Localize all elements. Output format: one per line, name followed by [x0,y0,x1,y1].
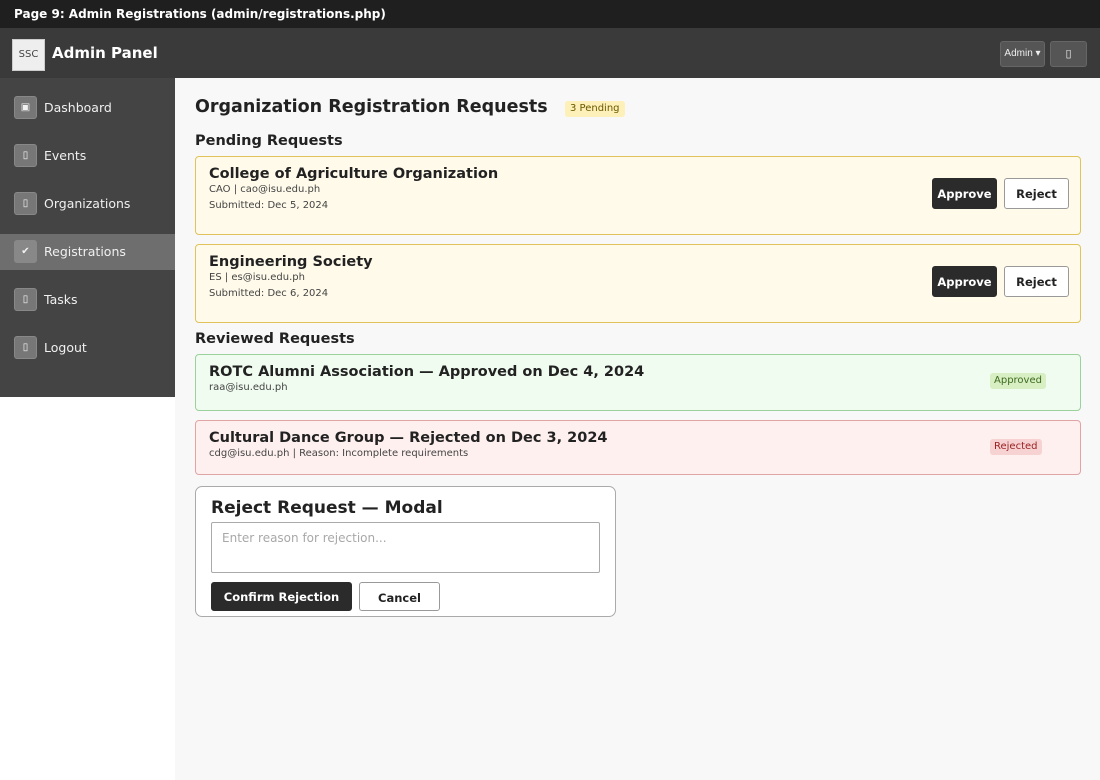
top-bar: SSC Admin Panel Admin ▾ ▯ [0,28,1100,78]
confirm-rejection-button[interactable]: Confirm Rejection [211,582,352,611]
events-icon: ▯ [14,144,37,167]
org-name: Engineering Society [209,254,373,270]
app-title: Admin Panel [52,44,158,62]
sidebar-item-label: Organizations [44,196,131,211]
page-caption: Page 9: Admin Registrations (admin/regis… [0,0,1100,28]
topbar-action-button[interactable]: ▯ [1050,41,1087,67]
sidebar-item-organizations[interactable]: ▯ Organizations [0,186,175,222]
pending-count-badge: 3 Pending [565,101,625,117]
page-title: Organization Registration Requests [195,97,548,117]
org-contact: CAO | cao@isu.edu.ph [209,184,321,195]
submitted-date: Submitted: Dec 5, 2024 [209,200,329,211]
submitted-date: Submitted: Dec 6, 2024 [209,288,329,299]
reviewed-request-card: ROTC Alumni Association — Approved on De… [195,354,1081,411]
reviewed-detail: raa@isu.edu.ph [209,382,288,393]
notification-icon: ▯ [1065,48,1072,60]
org-name: College of Agriculture Organization [209,166,499,182]
reviewed-title: ROTC Alumni Association — Approved on De… [209,364,645,380]
reviewed-request-card: Cultural Dance Group — Rejected on Dec 3… [195,420,1081,475]
logo: SSC [12,39,45,71]
organizations-icon: ▯ [14,192,37,215]
pending-section-title: Pending Requests [195,133,343,149]
sidebar-item-registrations[interactable]: ✔ Registrations [0,234,175,270]
cancel-button[interactable]: Cancel [359,582,440,611]
approve-button[interactable]: Approve [932,266,997,297]
pending-request-card: College of Agriculture Organization CAO … [195,156,1081,235]
reject-button[interactable]: Reject [1004,178,1069,209]
sidebar-item-events[interactable]: ▯ Events [0,138,175,174]
reviewed-detail: cdg@isu.edu.ph | Reason: Incomplete requ… [209,448,469,459]
admin-menu-dropdown[interactable]: Admin ▾ [1000,41,1045,67]
sidebar-item-tasks[interactable]: ▯ Tasks [0,282,175,318]
status-badge: Approved [990,373,1046,389]
pending-request-card: Engineering Society ES | es@isu.edu.ph S… [195,244,1081,323]
sidebar-item-dashboard[interactable]: ▣ Dashboard [0,90,175,126]
modal-title: Reject Request — Modal [211,498,443,518]
reviewed-section-title: Reviewed Requests [195,331,355,347]
sidebar: ▣ Dashboard ▯ Events ▯ Organizations ✔ R… [0,78,175,397]
rejection-reason-input[interactable] [211,522,600,573]
sidebar-item-label: Events [44,148,87,163]
sidebar-item-label: Registrations [44,244,126,259]
status-badge: Rejected [990,439,1042,455]
sidebar-item-logout[interactable]: ▯ Logout [0,330,175,366]
approve-button[interactable]: Approve [932,178,997,209]
check-icon: ✔ [14,240,37,263]
tasks-icon: ▯ [14,288,37,311]
dashboard-icon: ▣ [14,96,37,119]
sidebar-item-label: Tasks [44,292,78,307]
sidebar-item-label: Logout [44,340,87,355]
reviewed-title: Cultural Dance Group — Rejected on Dec 3… [209,430,608,446]
reject-modal: Reject Request — Modal Confirm Rejection… [195,486,616,617]
sidebar-item-label: Dashboard [44,100,112,115]
reject-button[interactable]: Reject [1004,266,1069,297]
org-contact: ES | es@isu.edu.ph [209,272,305,283]
logout-icon: ▯ [14,336,37,359]
